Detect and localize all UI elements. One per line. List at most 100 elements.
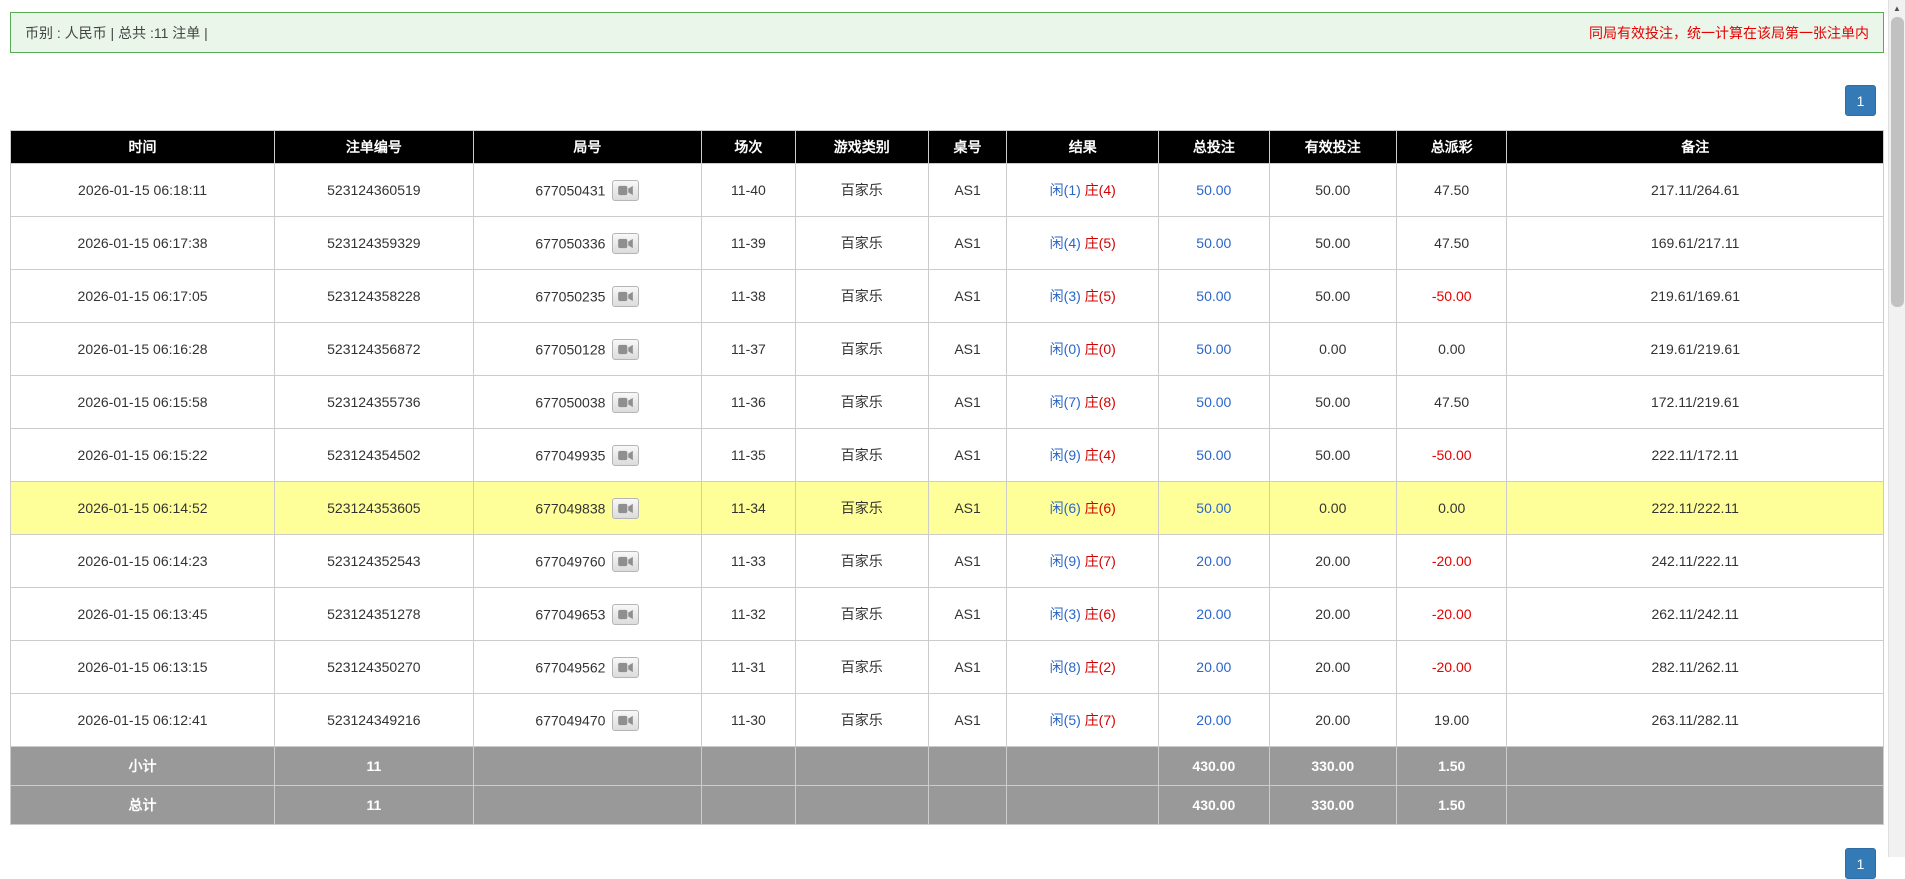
video-replay-icon[interactable]	[612, 179, 640, 201]
cell-payout: 47.50	[1395, 216, 1508, 270]
video-replay-icon[interactable]	[612, 232, 640, 254]
total-valid-bet: 330.00	[1268, 785, 1397, 825]
cell-remark: 282.11/262.11	[1506, 640, 1884, 694]
total-count: 11	[274, 785, 474, 825]
column-header-time: 时间	[9, 130, 276, 164]
result-player: 闲(9)	[1049, 447, 1081, 463]
cell-payout: -50.00	[1395, 269, 1508, 323]
table-row: 2026-01-15 06:14:52 523124353605 6770498…	[9, 481, 1884, 535]
cell-time: 2026-01-15 06:13:45	[9, 587, 276, 641]
empty-cell	[927, 785, 1008, 825]
video-replay-icon[interactable]	[612, 656, 640, 678]
cell-payout: 0.00	[1395, 481, 1508, 535]
total-bet-link[interactable]: 50.00	[1196, 500, 1231, 516]
cell-payout: -20.00	[1395, 534, 1508, 588]
cell-result: 闲(6) 庄(6)	[1006, 481, 1160, 535]
total-bet-link[interactable]: 20.00	[1196, 659, 1231, 675]
empty-cell	[794, 746, 929, 786]
result-banker: 庄(5)	[1084, 235, 1116, 251]
cell-result: 闲(9) 庄(7)	[1006, 534, 1160, 588]
scroll-up-icon[interactable]: ▲	[1889, 0, 1905, 17]
cell-valid-bet: 0.00	[1268, 481, 1397, 535]
cell-game-type: 百家乐	[794, 640, 929, 694]
total-bet-link[interactable]: 20.00	[1196, 712, 1231, 728]
total-bet-link[interactable]: 20.00	[1196, 606, 1231, 622]
total-bet-link[interactable]: 50.00	[1196, 394, 1231, 410]
cell-bet-id: 523124350270	[274, 640, 474, 694]
grand-total-row: 总计 11 430.00 330.00 1.50	[9, 785, 1884, 825]
table-row: 2026-01-15 06:15:58 523124355736 6770500…	[9, 375, 1884, 429]
total-bet-link[interactable]: 50.00	[1196, 341, 1231, 357]
page-button-1[interactable]: 1	[1845, 85, 1876, 116]
result-banker: 庄(4)	[1084, 182, 1116, 198]
cell-bet-id: 523124358228	[274, 269, 474, 323]
cell-session: 11-39	[701, 216, 796, 270]
scrollbar-thumb[interactable]	[1891, 17, 1904, 307]
cell-result: 闲(7) 庄(8)	[1006, 375, 1160, 429]
cell-game-type: 百家乐	[794, 428, 929, 482]
video-replay-icon[interactable]	[612, 709, 640, 731]
empty-cell	[472, 746, 703, 786]
cell-round: 677050128	[472, 322, 703, 376]
cell-result: 闲(5) 庄(7)	[1006, 693, 1160, 747]
cell-remark: 262.11/242.11	[1506, 587, 1884, 641]
video-replay-icon[interactable]	[612, 550, 640, 572]
cell-table-no: AS1	[927, 375, 1008, 429]
table-row: 2026-01-15 06:13:45 523124351278 6770496…	[9, 587, 1884, 641]
total-bet-link[interactable]: 50.00	[1196, 182, 1231, 198]
cell-valid-bet: 0.00	[1268, 322, 1397, 376]
result-player: 闲(0)	[1049, 341, 1081, 357]
result-player: 闲(8)	[1049, 659, 1081, 675]
video-replay-icon[interactable]	[612, 338, 640, 360]
result-banker: 庄(4)	[1084, 447, 1116, 463]
column-header-bet-id: 注单编号	[274, 130, 474, 164]
cell-game-type: 百家乐	[794, 163, 929, 217]
cell-bet-id: 523124355736	[274, 375, 474, 429]
column-header-round: 局号	[472, 130, 703, 164]
video-replay-icon[interactable]	[612, 497, 640, 519]
cell-table-no: AS1	[927, 163, 1008, 217]
empty-cell	[794, 785, 929, 825]
round-number: 677050038	[535, 394, 606, 410]
result-banker: 庄(8)	[1084, 394, 1116, 410]
video-replay-icon[interactable]	[612, 444, 640, 466]
video-replay-icon[interactable]	[612, 285, 640, 307]
page-button-1-bottom[interactable]: 1	[1845, 848, 1876, 879]
cell-payout: 0.00	[1395, 322, 1508, 376]
cell-bet-id: 523124351278	[274, 587, 474, 641]
cell-total-bet: 50.00	[1158, 163, 1270, 217]
empty-cell	[472, 785, 703, 825]
cell-session: 11-37	[701, 322, 796, 376]
total-bet-link[interactable]: 50.00	[1196, 235, 1231, 251]
cell-time: 2026-01-15 06:17:05	[9, 269, 276, 323]
cell-table-no: AS1	[927, 216, 1008, 270]
cell-total-bet: 50.00	[1158, 322, 1270, 376]
empty-cell	[701, 785, 796, 825]
total-bet-link[interactable]: 50.00	[1196, 447, 1231, 463]
empty-cell	[1506, 746, 1884, 786]
table-row: 2026-01-15 06:17:05 523124358228 6770502…	[9, 269, 1884, 323]
cell-result: 闲(0) 庄(0)	[1006, 322, 1160, 376]
cell-round: 677050038	[472, 375, 703, 429]
result-player: 闲(3)	[1049, 288, 1081, 304]
empty-cell	[927, 746, 1008, 786]
total-bet-link[interactable]: 50.00	[1196, 288, 1231, 304]
main-content: 币别 : 人民币 | 总共 :11 注单 | 同局有效投注，统一计算在该局第一张…	[9, 12, 1884, 825]
total-payout: 1.50	[1395, 785, 1508, 825]
total-bet-link[interactable]: 20.00	[1196, 553, 1231, 569]
empty-cell	[1006, 746, 1160, 786]
cell-remark: 219.61/169.61	[1506, 269, 1884, 323]
column-header-total-bet: 总投注	[1158, 130, 1270, 164]
result-player: 闲(1)	[1049, 182, 1081, 198]
cell-total-bet: 50.00	[1158, 216, 1270, 270]
column-header-result: 结果	[1006, 130, 1160, 164]
cell-session: 11-32	[701, 587, 796, 641]
cell-result: 闲(4) 庄(5)	[1006, 216, 1160, 270]
cell-session: 11-35	[701, 428, 796, 482]
video-replay-icon[interactable]	[612, 603, 640, 625]
vertical-scrollbar[interactable]: ▲	[1888, 0, 1905, 857]
video-replay-icon[interactable]	[612, 391, 640, 413]
cell-remark: 263.11/282.11	[1506, 693, 1884, 747]
pagination-bottom: 1	[1845, 848, 1876, 879]
cell-round: 677049838	[472, 481, 703, 535]
